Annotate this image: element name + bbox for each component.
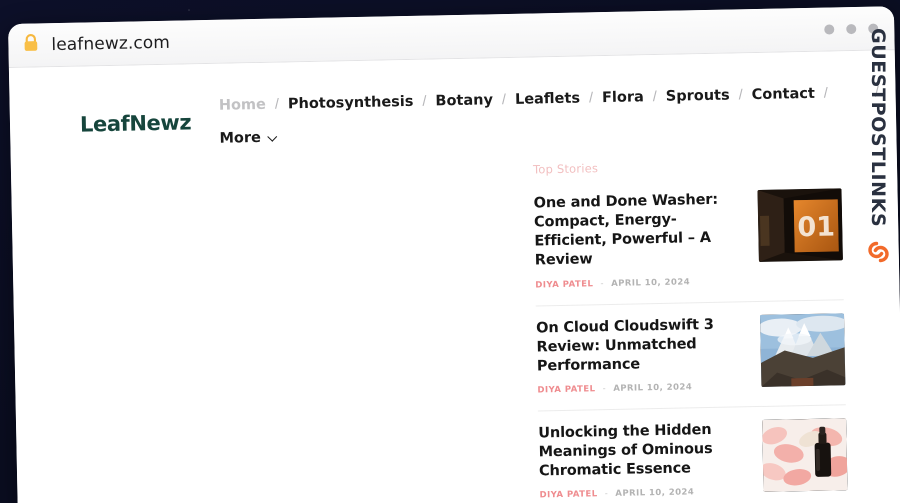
guestpostlinks-wordmark: GUESTPOSTLINKS <box>867 28 889 228</box>
story-meta-dash: - <box>600 278 605 289</box>
guestpostlinks-watermark: GUESTPOSTLINKS <box>858 28 898 272</box>
story-meta: DIYA PATEL - APRIL 10, 2024 <box>537 381 747 395</box>
chain-link-icon <box>863 237 893 272</box>
story-meta: DIYA PATEL - APRIL 10, 2024 <box>539 486 749 501</box>
story-text: One and Done Washer: Compact, Energy-Eff… <box>534 190 746 290</box>
thumbnail-orange-door-01[interactable]: 01 <box>757 188 843 262</box>
nav-separator: / <box>274 96 280 113</box>
main-content-column <box>11 163 520 503</box>
maximize-dot[interactable] <box>846 23 857 34</box>
nav-item-photosynthesis[interactable]: Photosynthesis <box>288 94 414 113</box>
nav-item-flora[interactable]: Flora <box>602 89 644 106</box>
minimize-dot[interactable] <box>824 23 835 35</box>
browser-window: leafnewz.com LeafNewz Home / Photosynthe… <box>8 6 900 503</box>
nav-separator: / <box>823 85 829 102</box>
nav-separator: / <box>422 93 427 110</box>
thumbnail-dropper-bottle-petals[interactable] <box>762 418 848 492</box>
story-item[interactable]: Unlocking the Hidden Meanings of Ominous… <box>537 405 848 503</box>
nav-item-home[interactable]: Home <box>219 97 266 114</box>
thumbnail-snowy-mountain[interactable] <box>759 312 846 387</box>
nav-item-botany[interactable]: Botany <box>435 92 493 109</box>
site-logo[interactable]: LeafNewz <box>80 110 192 136</box>
page-body: Top Stories One and Done Washer: Compact… <box>11 133 900 503</box>
story-text: On Cloud Cloudswift 3 Review: Unmatched … <box>536 315 747 395</box>
chevron-down-icon <box>266 131 277 142</box>
svg-text:01: 01 <box>797 211 835 243</box>
nav-item-leaflets[interactable]: Leaflets <box>515 91 580 108</box>
nav-separator: / <box>738 87 743 104</box>
nav-separator: / <box>588 90 594 107</box>
site-header: LeafNewz Home / Photosynthesis / Botany … <box>9 50 896 151</box>
padlock-icon <box>22 33 39 57</box>
story-meta: DIYA PATEL - APRIL 10, 2024 <box>535 276 745 290</box>
nav-separator: / <box>501 92 507 109</box>
story-author[interactable]: DIYA PATEL <box>537 384 595 395</box>
story-item[interactable]: On Cloud Cloudswift 3 Review: Unmatched … <box>535 299 846 412</box>
nav-more-dropdown[interactable]: More <box>219 129 277 147</box>
story-item[interactable]: One and Done Washer: Compact, Energy-Eff… <box>533 186 844 306</box>
nav-separator: / <box>652 88 657 106</box>
story-title[interactable]: One and Done Washer: Compact, Energy-Eff… <box>534 190 745 271</box>
story-date: APRIL 10, 2024 <box>615 487 695 500</box>
nav-item-contact[interactable]: Contact <box>752 86 815 103</box>
top-stories-sidebar: Top Stories One and Done Washer: Compact… <box>511 156 850 503</box>
screenshot-root: leafnewz.com LeafNewz Home / Photosynthe… <box>0 0 900 503</box>
story-date: APRIL 10, 2024 <box>611 276 691 289</box>
story-meta-dash: - <box>602 383 607 395</box>
story-title[interactable]: Unlocking the Hidden Meanings of Ominous… <box>538 420 749 482</box>
story-meta-dash: - <box>604 489 609 500</box>
nav-more-label: More <box>219 129 262 147</box>
story-author[interactable]: DIYA PATEL <box>539 490 597 501</box>
story-author[interactable]: DIYA PATEL <box>535 279 593 290</box>
story-title[interactable]: On Cloud Cloudswift 3 Review: Unmatched … <box>536 315 747 377</box>
top-stories-heading: Top Stories <box>532 161 599 177</box>
story-text: Unlocking the Hidden Meanings of Ominous… <box>538 420 749 501</box>
nav-item-sprouts[interactable]: Sprouts <box>666 88 730 105</box>
story-date: APRIL 10, 2024 <box>613 382 693 394</box>
page-viewport: LeafNewz Home / Photosynthesis / Botany … <box>8 50 900 503</box>
url-text[interactable]: leafnewz.com <box>51 32 170 54</box>
nav-row-primary: Home / Photosynthesis / Botany / Leaflet… <box>219 85 879 114</box>
